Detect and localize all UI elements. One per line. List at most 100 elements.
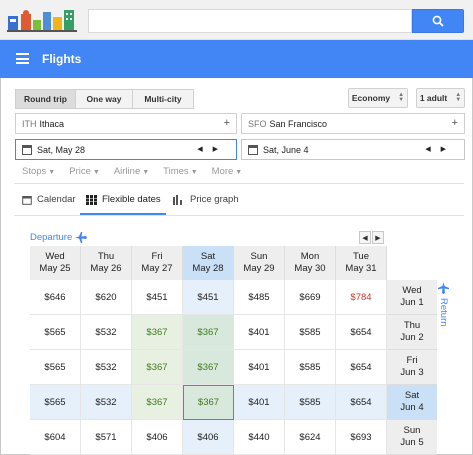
trip-type-multi-city[interactable]: Multi-city (132, 89, 194, 109)
price-cell[interactable]: $367 (183, 350, 234, 385)
destination-city: San Francisco (269, 118, 328, 129)
price-cell[interactable]: $532 (81, 350, 132, 385)
price-cell[interactable]: $654 (336, 385, 387, 420)
departure-day-header[interactable]: Fri May 27 (132, 246, 183, 280)
price-cell[interactable]: $565 (30, 350, 81, 385)
logo (7, 10, 77, 32)
departure-day-header[interactable]: Tue May 31 (336, 246, 387, 280)
price-cell[interactable]: $585 (285, 315, 336, 350)
price-cell[interactable]: $624 (285, 420, 336, 455)
return-day-header[interactable]: Thu Jun 2 (387, 315, 437, 350)
app-title: Flights (42, 52, 82, 66)
price-cell[interactable]: $440 (234, 420, 285, 455)
plus-icon[interactable]: + (224, 117, 230, 129)
price-cell[interactable]: $654 (336, 350, 387, 385)
price-cell[interactable]: $485 (234, 280, 285, 315)
price-cell[interactable]: $693 (336, 420, 387, 455)
return-date-field[interactable]: Sat, June 4 ◀▶ (241, 139, 465, 160)
price-cell[interactable]: $646 (30, 280, 81, 315)
day-date: May 26 (90, 263, 122, 274)
price-cell[interactable]: $367 (132, 385, 183, 420)
trip-type-round-trip[interactable]: Round trip (15, 89, 76, 109)
departure-day-header[interactable]: Sat May 28 (183, 246, 234, 280)
tab-flexible-dates[interactable]: Flexible dates (86, 194, 161, 205)
price-cell[interactable]: $565 (30, 315, 81, 350)
price-cell[interactable]: $451 (132, 280, 183, 315)
return-date-value: Sat, June 4 (263, 144, 309, 155)
menu-icon[interactable] (16, 53, 29, 64)
day-name: Fri (151, 251, 163, 262)
price-cell[interactable]: $784 (336, 280, 387, 315)
depart-date-value: Sat, May 28 (37, 144, 86, 155)
departure-day-header[interactable]: Mon May 30 (285, 246, 336, 280)
day-name: Sat (404, 390, 420, 401)
price-cell[interactable]: $367 (132, 350, 183, 385)
bar-chart-icon (173, 194, 182, 205)
price-cell[interactable]: $532 (81, 385, 132, 420)
date-stepper-arrows[interactable]: ◀▶ (197, 145, 228, 153)
next-week-button[interactable]: ▶ (372, 231, 384, 244)
price-cell[interactable]: $401 (234, 315, 285, 350)
filter-airline[interactable]: Airline ▼ (114, 166, 149, 177)
price-cell[interactable]: $451 (183, 280, 234, 315)
price-cell[interactable]: $401 (234, 385, 285, 420)
search-button[interactable] (412, 9, 464, 33)
passengers-select[interactable]: 1 adult ▲ ▼ (416, 88, 465, 108)
return-day-header[interactable]: Sun Jun 5 (387, 420, 437, 455)
destination-code: SFO (248, 118, 267, 129)
prev-week-button[interactable]: ◀ (359, 231, 371, 244)
origin-city: Ithaca (39, 118, 65, 129)
price-cell[interactable]: $654 (336, 315, 387, 350)
day-date: Jun 2 (400, 332, 424, 343)
grid-icon (86, 194, 97, 205)
origin-field[interactable]: ITH Ithaca + (15, 113, 237, 134)
app-bar: Flights (0, 40, 473, 78)
price-cell[interactable]: $367 (183, 315, 234, 350)
filter-stops[interactable]: Stops ▼ (22, 166, 55, 177)
price-cell[interactable]: $669 (285, 280, 336, 315)
price-cell[interactable]: $401 (234, 350, 285, 385)
price-cell[interactable]: $585 (285, 350, 336, 385)
price-cell[interactable]: $604 (30, 420, 81, 455)
return-day-header[interactable]: Sat Jun 4 (387, 385, 437, 420)
search-input[interactable] (88, 9, 412, 33)
price-cell[interactable]: $532 (81, 315, 132, 350)
destination-field[interactable]: SFO San Francisco + (241, 113, 465, 134)
return-day-header[interactable]: Fri Jun 3 (387, 350, 437, 385)
price-cell[interactable]: $406 (132, 420, 183, 455)
tab-price-graph[interactable]: Price graph (173, 194, 239, 205)
day-name: Sat (200, 251, 216, 262)
cabin-select[interactable]: Economy ▲ ▼ (348, 88, 408, 108)
day-name: Wed (45, 251, 65, 262)
return-axis-label: Return (438, 282, 449, 327)
departure-day-header[interactable]: Sun May 29 (234, 246, 285, 280)
day-date: May 27 (141, 263, 173, 274)
departure-day-header[interactable]: Wed May 25 (30, 246, 81, 280)
price-cell[interactable]: $367 (183, 385, 234, 420)
top-bar (0, 0, 473, 40)
price-cell[interactable]: $367 (132, 315, 183, 350)
filter-price[interactable]: Price ▼ (69, 166, 100, 177)
return-day-header[interactable]: Wed Jun 1 (387, 280, 437, 315)
day-date: Jun 1 (400, 297, 424, 308)
departure-day-header[interactable]: Thu May 26 (81, 246, 132, 280)
day-date: Jun 5 (400, 437, 424, 448)
date-stepper-arrows[interactable]: ◀▶ (425, 145, 456, 153)
price-cell[interactable]: $565 (30, 385, 81, 420)
day-name: Thu (97, 251, 115, 262)
filter-times[interactable]: Times ▼ (163, 166, 197, 177)
divider (14, 215, 464, 216)
price-cell[interactable]: $620 (81, 280, 132, 315)
tab-calendar[interactable]: Calendar (22, 194, 76, 205)
trip-type-one-way[interactable]: One way (75, 89, 133, 109)
price-cell[interactable]: $406 (183, 420, 234, 455)
depart-date-field[interactable]: Sat, May 28 ◀▶ (15, 139, 237, 160)
day-date: May 28 (192, 263, 224, 274)
price-cell[interactable]: $585 (285, 385, 336, 420)
price-cell[interactable]: $571 (81, 420, 132, 455)
day-name: Tue (352, 251, 370, 262)
day-name: Wed (402, 285, 422, 296)
filter-more[interactable]: More ▼ (212, 166, 243, 177)
plus-icon[interactable]: + (452, 117, 458, 129)
departure-axis-label: Departure (30, 232, 88, 243)
